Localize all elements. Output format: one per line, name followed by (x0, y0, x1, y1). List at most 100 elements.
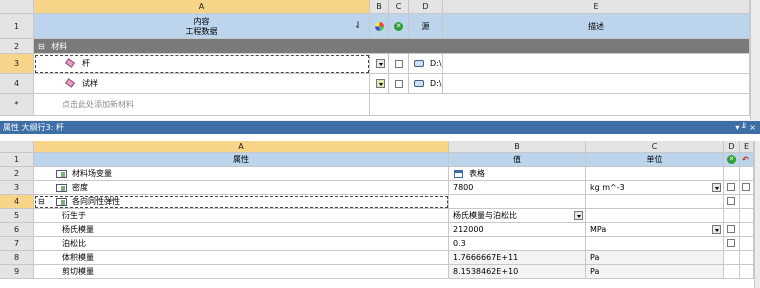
col-header-e[interactable]: E (443, 0, 750, 14)
material-color-cell[interactable] (370, 54, 389, 74)
material-tag-icon (65, 58, 75, 68)
value-cell[interactable]: 212000 (449, 223, 586, 237)
unit-cell: Pa (586, 265, 724, 279)
dropdown-button[interactable] (376, 59, 385, 68)
property-value: 表格 (469, 169, 485, 178)
derive-dropdown-button[interactable] (574, 211, 583, 220)
parameter-checkbox[interactable] (727, 197, 735, 205)
unit-cell[interactable]: MPa (586, 223, 724, 237)
row-number-2: 2 (0, 39, 34, 54)
suppress-checkbox[interactable] (395, 80, 403, 88)
property-row-shear-modulus[interactable]: 剪切模量 (34, 265, 449, 279)
panel-controls[interactable]: ▾ ╜ × (735, 121, 756, 134)
properties-panel-titlebar[interactable]: 属性 大纲行3: 杆 ▾ ╜ × (0, 121, 760, 134)
engineering-data-outline: A B C D E 1 内容 工程数据 ⇃ ✕ 源 描述 2 ⊟ 材料 3 杆 … (0, 0, 760, 120)
unit-header: 单位 (586, 153, 724, 167)
col-header-c[interactable]: C (586, 141, 724, 153)
properties-table: A B C D E 1 属性 值 单位 ✕ ↶ 2 材料场变量 表格 3 密度 … (0, 134, 760, 288)
value-cell[interactable]: 0.3 (449, 237, 586, 251)
property-value: 8.1538462E+10 (453, 267, 519, 276)
property-row-poissons-ratio[interactable]: 泊松比 (34, 237, 449, 251)
property-header: 属性 (34, 153, 449, 167)
col-header-e[interactable]: E (740, 141, 754, 153)
material-color-cell[interactable] (370, 74, 389, 94)
material-source-cell: D:\ (409, 54, 443, 74)
col-header-b[interactable]: B (449, 141, 586, 153)
add-material-cell[interactable]: 点击此处添加新材料 (34, 94, 370, 116)
add-material-placeholder: 点击此处添加新材料 (62, 100, 134, 109)
e-cell[interactable] (740, 181, 754, 195)
e-cell (740, 167, 754, 181)
property-name: 杨氏模量 (62, 225, 94, 234)
sort-icon[interactable]: ⇃ (353, 21, 363, 31)
source-header: 源 (409, 14, 443, 39)
unit-dropdown-button[interactable] (712, 225, 721, 234)
property-value: 1.7666667E+11 (453, 253, 519, 262)
property-name: 剪切模量 (62, 267, 94, 276)
value-cell[interactable]: 表格 (449, 167, 586, 181)
material-row-rod[interactable]: 杆 (34, 54, 370, 74)
parameter-checkbox[interactable] (727, 225, 735, 233)
d-cell[interactable] (724, 237, 740, 251)
top-scrollbar[interactable] (750, 0, 760, 120)
col-header-a[interactable]: A (34, 141, 449, 153)
reset-header: ↶ (740, 153, 754, 167)
source-disk-icon (414, 80, 424, 87)
row-number-5: 5 (0, 209, 34, 223)
collapse-icon[interactable]: ⊟ (38, 195, 45, 208)
property-row-isotropic-elasticity[interactable]: ⊟ 各向同性弹性 (34, 195, 449, 209)
bottom-scrollbar[interactable] (754, 141, 760, 288)
material-description-cell[interactable] (443, 74, 750, 94)
property-book-icon (56, 184, 67, 192)
row-number-2: 2 (0, 167, 34, 181)
material-suppress-cell[interactable] (389, 74, 409, 94)
property-book-icon (56, 198, 67, 206)
unit-cell[interactable]: kg m^-3 (586, 181, 724, 195)
unit-cell (586, 209, 724, 223)
row-number-4: 4 (0, 195, 34, 209)
reset-checkbox[interactable] (742, 183, 750, 191)
unit-cell (586, 237, 724, 251)
parameter-checkbox[interactable] (727, 183, 735, 191)
property-row-density[interactable]: 密度 (34, 181, 449, 195)
collapse-icon[interactable]: ⊟ (38, 42, 45, 51)
suppress-checkbox[interactable] (395, 60, 403, 68)
unit-cell (586, 167, 724, 181)
material-row-specimen[interactable]: 试样 (34, 74, 370, 94)
d-cell[interactable] (724, 223, 740, 237)
value-cell[interactable]: 杨氏模量与泊松比 (449, 209, 586, 223)
dropdown-button[interactable] (376, 79, 385, 88)
property-row-derive-from[interactable]: 衍生于 (34, 209, 449, 223)
materials-section-row[interactable]: ⊟ 材料 (34, 39, 750, 54)
d-cell[interactable] (724, 181, 740, 195)
row-number-7: 7 (0, 237, 34, 251)
property-row-field-variables[interactable]: 材料场变量 (34, 167, 449, 181)
e-cell (740, 251, 754, 265)
col-header-d[interactable]: D (724, 141, 740, 153)
col-header-b[interactable]: B (370, 0, 389, 14)
d-cell[interactable] (724, 195, 740, 209)
add-row-filler (370, 94, 750, 116)
material-name: 杆 (82, 59, 90, 68)
e-cell (740, 223, 754, 237)
parameter-checkbox[interactable] (727, 239, 735, 247)
material-tag-icon (65, 78, 75, 88)
property-row-youngs-modulus[interactable]: 杨氏模量 (34, 223, 449, 237)
material-description-cell[interactable] (443, 54, 750, 74)
row-number-3: 3 (0, 54, 34, 74)
property-row-bulk-modulus[interactable]: 体积模量 (34, 251, 449, 265)
col-header-a[interactable]: A (34, 0, 370, 14)
color-palette-icon (375, 22, 384, 31)
corner-cell (0, 0, 34, 14)
e-cell (740, 195, 754, 209)
value-cell[interactable]: 7800 (449, 181, 586, 195)
row-number-9: 9 (0, 265, 34, 279)
property-name: 密度 (72, 183, 88, 192)
unit-dropdown-button[interactable] (712, 183, 721, 192)
col-header-c[interactable]: C (389, 0, 409, 14)
property-unit: Pa (590, 253, 600, 262)
value-cell: 8.1538462E+10 (449, 265, 586, 279)
material-suppress-cell[interactable] (389, 54, 409, 74)
materials-section-label: 材料 (51, 42, 68, 51)
col-header-d[interactable]: D (409, 0, 443, 14)
